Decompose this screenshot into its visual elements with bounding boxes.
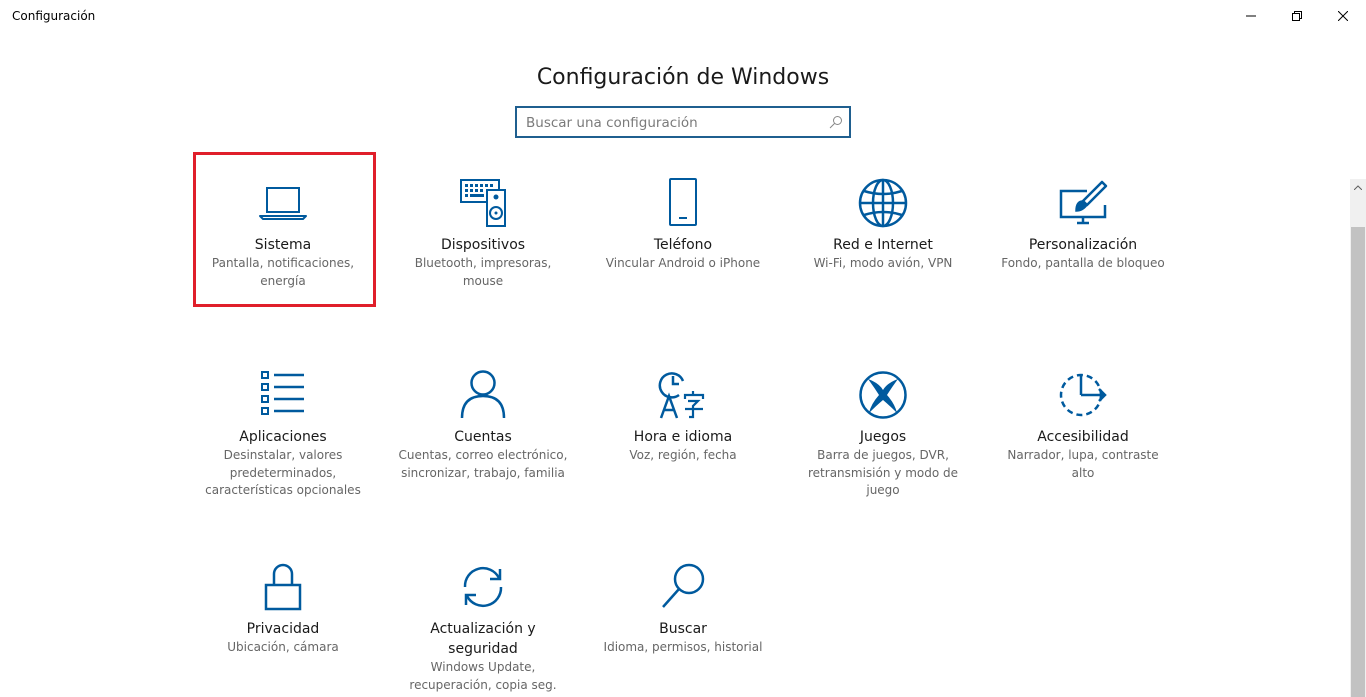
tile-name: Personalización	[1028, 237, 1138, 253]
tile-juegos[interactable]: Juegos Barra de juegos, DVR, retransmisió…	[793, 369, 973, 500]
tile-name: Juegos	[859, 429, 907, 445]
paintbrush-icon	[1059, 180, 1108, 225]
tile-description: Desinstalar, valores predeterminados, cara…	[205, 448, 361, 497]
tile-privacidad[interactable]: Privacidad Ubicación, cámara	[193, 561, 373, 657]
tile-telefono[interactable]: Teléfono Vincular Android o iPhone	[593, 177, 773, 273]
vertical-scrollbar[interactable]	[1350, 179, 1366, 697]
apps-list-icon	[261, 371, 304, 415]
restore-icon	[1292, 11, 1302, 21]
tile-name: Actualización y seguridad	[430, 621, 536, 657]
tile-name: Buscar	[659, 621, 707, 637]
tile-accesibilidad[interactable]: Accesibilidad Narrador, lupa, contraste a…	[993, 369, 1173, 482]
minimize-icon	[1246, 15, 1256, 17]
tile-name: Sistema	[254, 237, 312, 253]
tile-description: Cuentas, correo electrónico, sincronizar,…	[398, 448, 568, 480]
globe-icon	[858, 178, 908, 228]
tile-name: Red e Internet	[833, 237, 933, 253]
tile-name: Aplicaciones	[239, 429, 327, 445]
scrollbar-thumb[interactable]	[1351, 227, 1365, 697]
tile-name: Teléfono	[653, 237, 713, 253]
tile-buscar[interactable]: Buscar Idioma, permisos, historial	[593, 561, 773, 657]
close-button[interactable]	[1320, 0, 1366, 32]
minimize-button[interactable]	[1228, 0, 1274, 32]
tile-name: Hora e idioma	[633, 429, 733, 445]
search-icon[interactable]	[829, 115, 843, 129]
laptop-icon	[259, 187, 307, 220]
tile-description: Vincular Android o iPhone	[605, 256, 761, 270]
devices-icon	[460, 179, 506, 227]
tile-description: Ubicación, cámara	[227, 640, 339, 654]
magnifier-icon	[662, 563, 705, 608]
accessibility-icon	[1059, 373, 1107, 417]
tile-description: Bluetooth, impresoras, mouse	[414, 256, 552, 288]
phone-icon	[669, 178, 697, 226]
tile-aplicaciones[interactable]: Aplicaciones Desinstalar, valores predete…	[193, 369, 373, 500]
tile-description: Fondo, pantalla de bloqueo	[1001, 256, 1165, 270]
tile-name: Privacidad	[246, 621, 320, 637]
person-icon	[460, 370, 506, 419]
tile-personalizacion[interactable]: Personalización Fondo, pantalla de bloqu…	[993, 177, 1173, 273]
restore-button[interactable]	[1274, 0, 1320, 32]
page-title: Configuración de Windows	[536, 64, 830, 90]
tile-description: Voz, región, fecha	[629, 448, 737, 462]
search-box[interactable]	[515, 106, 851, 138]
tile-description: Idioma, permisos, historial	[603, 640, 763, 654]
tile-description: Wi-Fi, modo avión, VPN	[813, 256, 953, 270]
tile-description: Windows Update, recuperación, copia seg.	[409, 660, 557, 692]
tile-description: Narrador, lupa, contraste alto	[1007, 448, 1159, 480]
chevron-up-icon	[1354, 185, 1362, 190]
tile-sistema[interactable]: Sistema Pantalla, notificaciones, energía	[193, 177, 373, 290]
tile-hora-idioma[interactable]: Hora e idioma Voz, región, fecha	[593, 369, 773, 465]
time-language-icon	[658, 372, 705, 419]
tile-red-internet[interactable]: Red e Internet Wi-Fi, modo avión, VPN	[793, 177, 973, 273]
tile-name: Dispositivos	[440, 237, 526, 253]
xbox-icon	[859, 371, 907, 419]
tile-actualizacion-seguridad[interactable]: Actualización y seguridad Windows Update,…	[393, 561, 573, 694]
lock-icon	[264, 563, 302, 611]
sync-icon	[463, 567, 503, 607]
tile-cuentas[interactable]: Cuentas Cuentas, correo electrónico, sinc…	[393, 369, 573, 482]
tile-description: Barra de juegos, DVR, retransmisión y mod…	[808, 448, 958, 497]
window-title: Configuración	[12, 9, 96, 23]
close-icon	[1338, 11, 1348, 21]
tile-name: Accesibilidad	[1037, 429, 1129, 445]
scroll-up-button[interactable]	[1350, 179, 1366, 196]
title-bar: Configuración	[0, 0, 1366, 32]
tile-name: Cuentas	[454, 429, 512, 445]
tile-description: Pantalla, notificaciones, energía	[211, 256, 355, 288]
tile-dispositivos[interactable]: Dispositivos Bluetooth, impresoras, mouse	[393, 177, 573, 290]
search-input[interactable]	[526, 113, 816, 133]
